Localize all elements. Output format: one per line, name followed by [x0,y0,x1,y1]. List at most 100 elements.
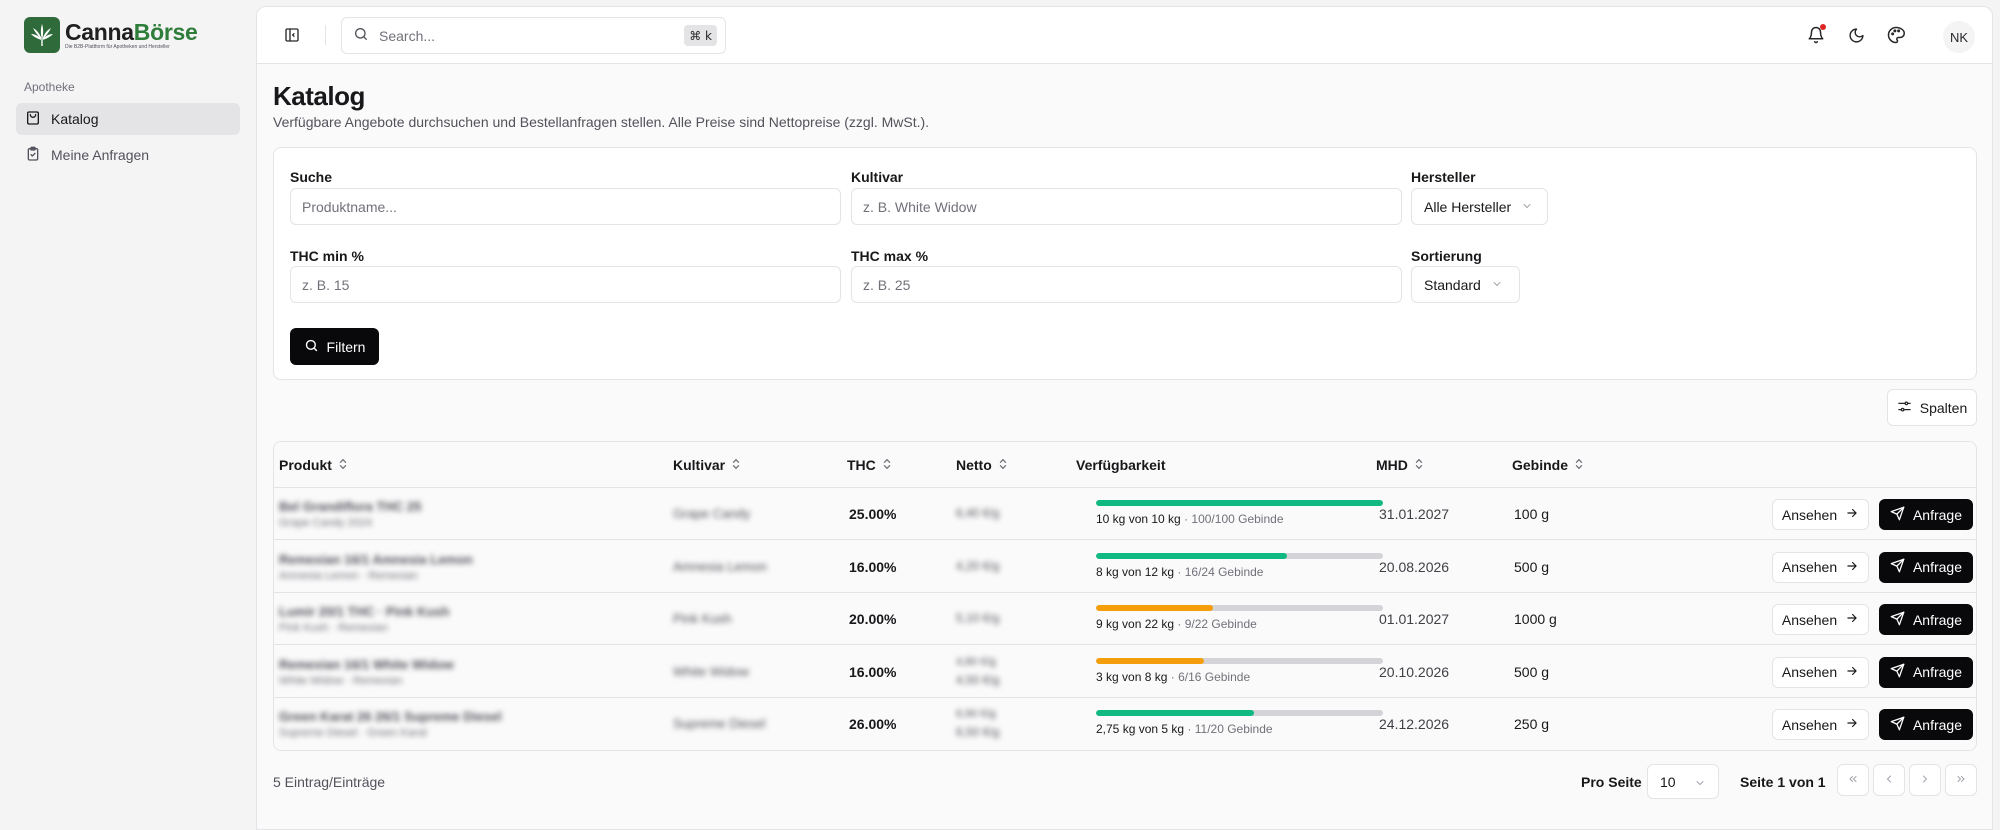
column-header-thc[interactable]: THC [847,442,892,487]
search-placeholder: Search... [379,27,436,44]
request-button[interactable]: Anfrage [1879,551,1973,583]
availability-containers: · 100/100 Gebinde [1184,512,1284,526]
view-button[interactable]: Ansehen [1772,604,1869,636]
net-price-cell: 5,10 €/g [956,611,1000,626]
thc-cell: 26.00% [849,716,897,733]
product-subtitle: White Widow · Remexian [279,674,403,687]
placeholder: z. B. 15 [302,276,350,293]
availability-bar [1096,500,1383,506]
availability-text: 9 kg von 22 kg · 9/22 Gebinde [1096,617,1257,631]
shopping-bag-icon [25,110,51,129]
cultivar-cell: White Widow [673,663,749,679]
thc-cell: 20.00% [849,611,897,628]
mhd-cell: 24.12.2026 [1379,716,1450,733]
availability-bar [1096,710,1383,717]
net-price-old: 6,90 €/g [956,708,996,721]
chevrons-right-icon [1955,772,1967,789]
sidebar-item-katalog[interactable]: Katalog [16,103,240,135]
request-button[interactable]: Anfrage [1879,499,1973,530]
select-value: 10 [1660,773,1676,790]
view-button[interactable]: Ansehen [1772,656,1869,688]
view-button[interactable]: Ansehen [1772,709,1869,741]
availability-bar-fill [1096,500,1383,506]
availability-containers: · 6/16 Gebinde [1170,669,1251,684]
top-bar: Search... ⌘ k NK [257,7,1992,64]
sort-select[interactable]: Standard [1411,266,1520,303]
request-button[interactable]: Anfrage [1879,604,1973,636]
user-avatar[interactable]: NK [1943,21,1975,53]
send-icon [1890,611,1913,629]
chevron-left-icon [1883,772,1895,789]
page-subtitle: Verfügbare Angebote durchsuchen und Best… [273,114,930,130]
net-price-cell: 6,40 €/g [956,506,1000,520]
column-header-mhd[interactable]: MHD [1376,442,1424,487]
manufacturer-select[interactable]: Alle Hersteller [1411,188,1548,225]
thc-cell: 16.00% [849,663,897,680]
columns-button[interactable]: Spalten [1887,389,1977,426]
net-price-cell: 4,20 €/g [956,558,1000,573]
header-label: Gebinde [1512,456,1569,473]
table-row: Remexian 16/1 Amnesia Lemon Amnesia Lemon… [274,541,1976,593]
view-button-label: Ansehen [1781,716,1838,733]
filter-button[interactable]: Filtern [290,328,379,365]
availability-bar [1096,657,1383,664]
moon-icon[interactable] [1845,24,1867,46]
arrow-right-icon [1837,611,1859,628]
request-button[interactable]: Anfrage [1879,656,1973,688]
notification-dot [1820,24,1826,30]
sort-icon [1408,457,1424,473]
main-content: Search... ⌘ k NK Katalog Verfügbare Ange… [256,6,1993,830]
palette-icon[interactable] [1885,24,1907,46]
table-row: Remexian 16/1 White Widow White Widow · R… [274,646,1976,698]
container-cell: 1000 g [1514,611,1557,628]
prev-page-button[interactable] [1873,764,1905,796]
view-button-label: Ansehen [1781,559,1838,576]
container-cell: 250 g [1514,716,1550,733]
placeholder: z. B. 25 [863,276,911,293]
product-subtitle: Supreme Diesel · Green Karat [279,727,427,740]
availability-amount: 10 kg von 10 kg [1096,512,1181,526]
request-button[interactable]: Anfrage [1879,709,1973,741]
next-page-button[interactable] [1909,764,1941,796]
container-cell: 500 g [1514,558,1550,575]
product-search-input[interactable]: Produktname... [290,188,841,225]
global-search-input[interactable]: Search... ⌘ k [341,17,726,54]
search-icon [353,26,369,46]
header-label: THC [847,456,876,473]
product-subtitle: Pink Kush · Remexian [279,622,388,635]
sidebar-toggle-icon[interactable] [281,24,303,46]
first-page-button[interactable] [1837,764,1869,796]
cultivar-cell: Grape Candy [673,506,751,521]
column-header-container[interactable]: Gebinde [1512,442,1584,487]
column-header-cultivar[interactable]: Kultivar [673,442,741,487]
sidebar-item-label: Katalog [51,111,99,127]
sidebar-item-label: Meine Anfragen [51,147,150,163]
thc-max-input[interactable]: z. B. 25 [851,266,1402,303]
view-button-label: Ansehen [1781,611,1838,628]
view-button[interactable]: Ansehen [1772,551,1869,583]
sidebar-item-meine-anfragen[interactable]: Meine Anfragen [16,139,240,171]
availability-bar-fill [1096,710,1254,717]
send-icon [1890,716,1913,734]
sort-icon [332,457,348,473]
mhd-cell: 20.08.2026 [1379,558,1450,575]
request-button-label: Anfrage [1912,611,1963,628]
view-button[interactable]: Ansehen [1772,499,1869,530]
bell-icon[interactable] [1805,24,1827,46]
page-info: Seite 1 von 1 [1740,774,1826,790]
last-page-button[interactable] [1945,764,1977,796]
chevron-down-icon [1511,199,1533,215]
thc-cell: 16.00% [849,558,897,575]
divider [325,25,326,45]
request-button-label: Anfrage [1912,716,1963,733]
column-header-availability: Verfügbarkeit [1076,442,1165,487]
column-header-net[interactable]: Netto [956,442,1008,487]
cultivar-input[interactable]: z. B. White Widow [851,188,1402,225]
thc-cell: 25.00% [849,506,897,522]
per-page-select[interactable]: 10 [1647,764,1719,799]
net-price-cell: 4,50 €/g [956,672,1000,687]
column-header-product[interactable]: Produkt [279,442,348,487]
brand-logo[interactable]: CannaBörse Die B2B-Plattform für Apothek… [24,17,198,53]
table-row: Lumir 20/1 THC · Pink Kush Pink Kush · Re… [274,593,1976,646]
thc-min-input[interactable]: z. B. 15 [290,266,841,303]
